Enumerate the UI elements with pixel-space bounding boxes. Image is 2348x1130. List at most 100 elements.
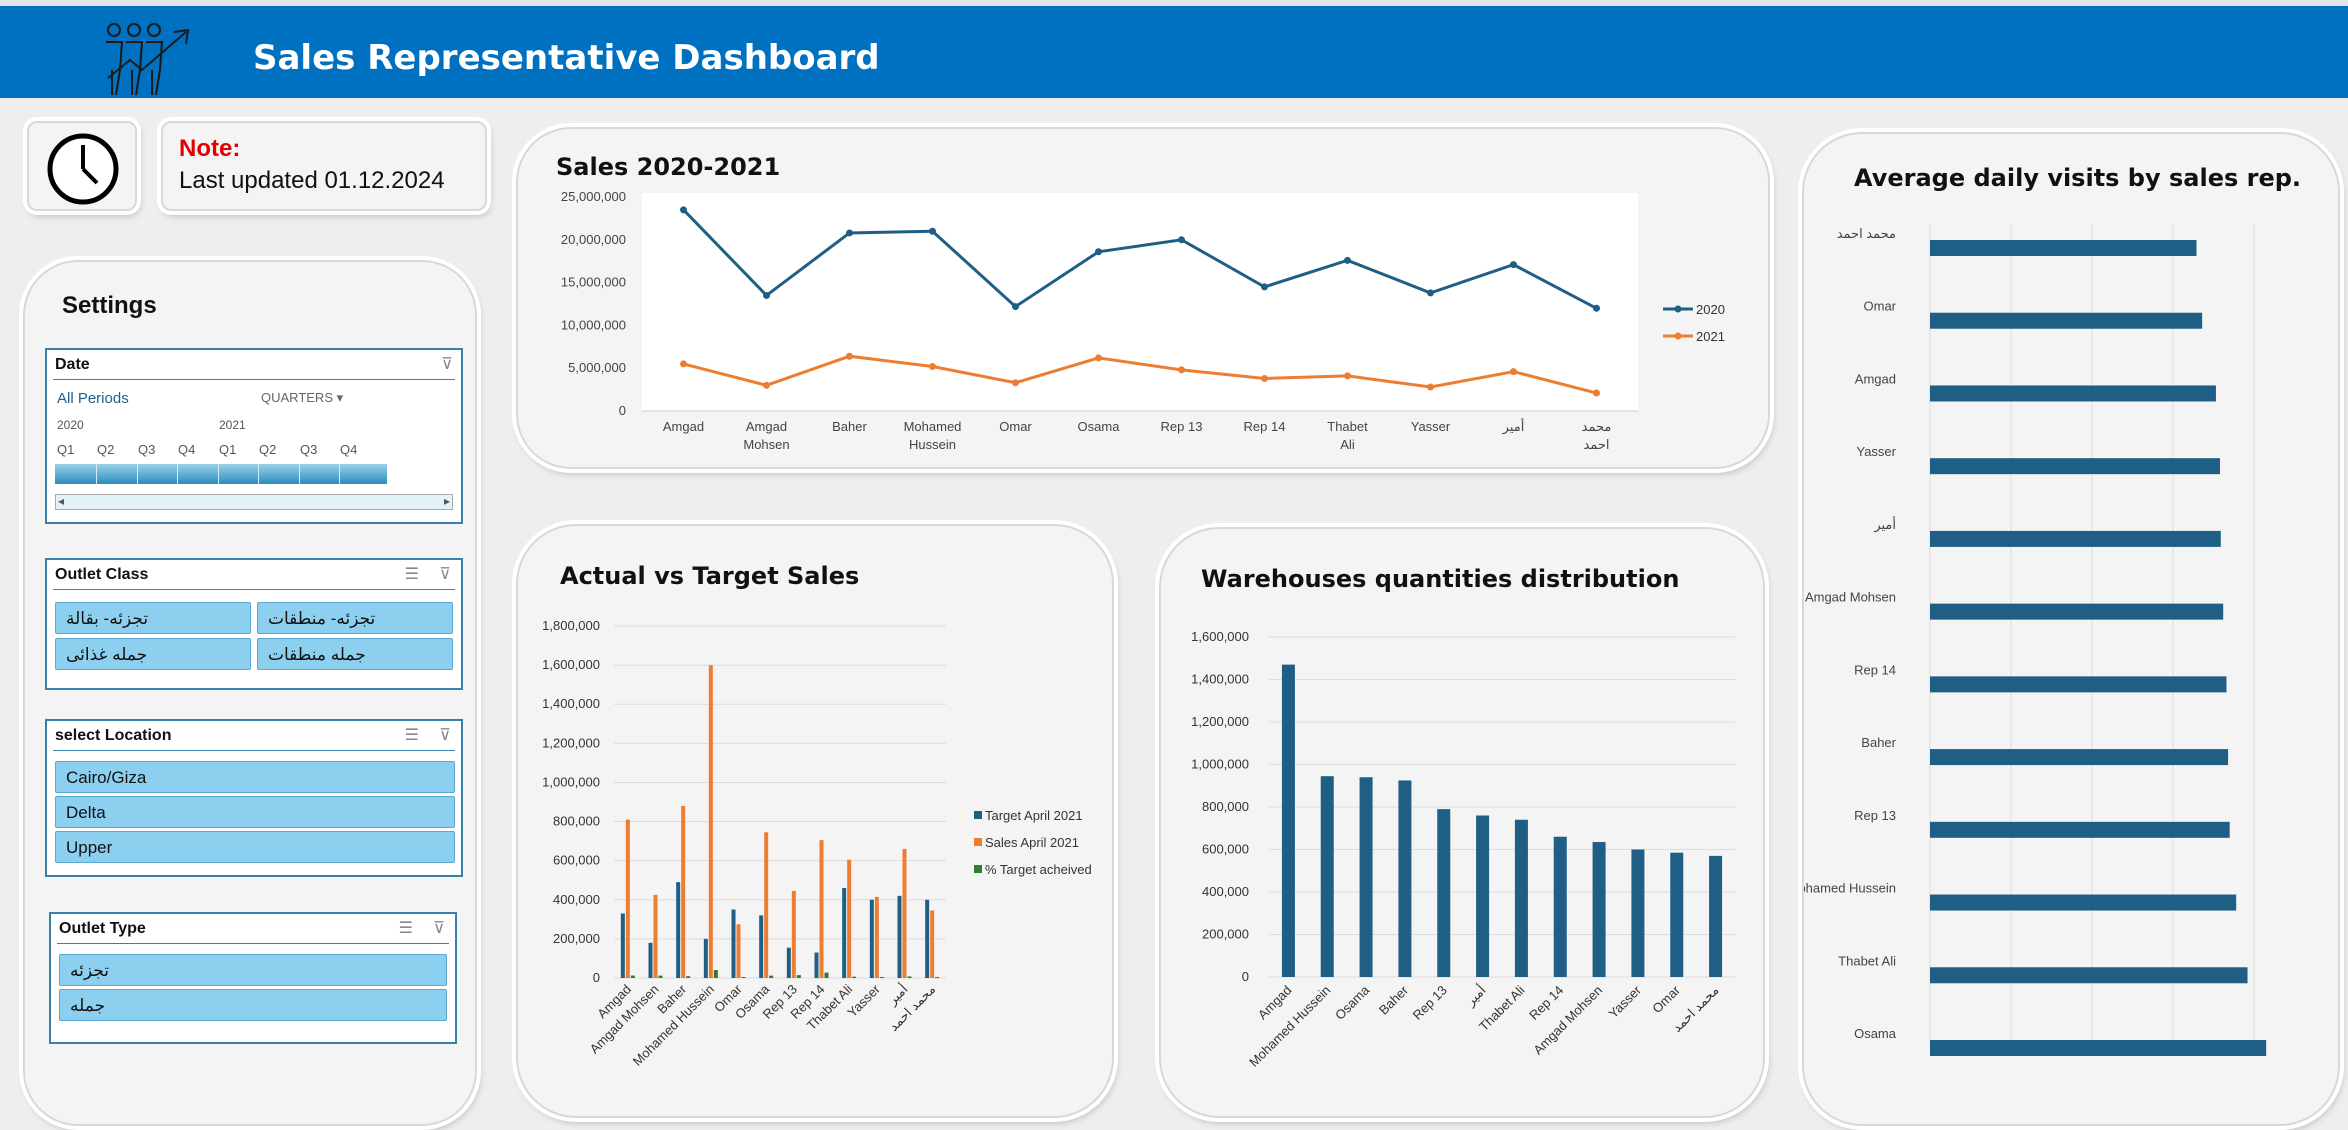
legend-swatch bbox=[974, 865, 982, 873]
x-tick-label: Yasser bbox=[844, 981, 883, 1020]
bar-2 bbox=[686, 976, 691, 978]
outlet-type-header: Outlet Type ☰ ⊽ bbox=[57, 914, 449, 944]
y-tick-label: Omar bbox=[1864, 299, 1897, 314]
note-label: Note: bbox=[179, 135, 241, 162]
outlet-class-header: Outlet Class ☰ ⊽ bbox=[53, 560, 455, 590]
y-tick-label: 0 bbox=[1242, 969, 1249, 984]
bar-2 bbox=[741, 977, 746, 978]
bar-0 bbox=[703, 938, 708, 978]
timeline-divider bbox=[137, 464, 138, 484]
timeline-quarter[interactable]: Q1 bbox=[57, 442, 74, 457]
bar-1 bbox=[653, 894, 658, 978]
location-slicer: select Location ☰ ⊽ Cairo/Giza Delta Upp… bbox=[45, 719, 463, 877]
location-button[interactable]: Upper bbox=[55, 831, 455, 863]
multi-select-icon[interactable]: ☰ bbox=[399, 918, 413, 938]
bar-1 bbox=[764, 832, 769, 978]
bar-0 bbox=[925, 899, 930, 978]
bar bbox=[1930, 821, 2230, 838]
timeline-scrollbar[interactable]: ◂ ▸ bbox=[55, 494, 453, 510]
outlet-class-button[interactable]: جمله غذائى bbox=[55, 638, 251, 670]
granularity-dropdown[interactable]: QUARTERS ▾ bbox=[261, 390, 343, 406]
timeline-quarter[interactable]: Q3 bbox=[138, 442, 155, 457]
bar-2 bbox=[713, 970, 718, 978]
timeline-selection-bar[interactable] bbox=[55, 464, 387, 484]
data-point bbox=[1095, 354, 1102, 362]
legend-label: 2021 bbox=[1696, 329, 1725, 344]
bar bbox=[1930, 530, 2221, 547]
location-label: select Location bbox=[55, 727, 172, 744]
outlet-class-button[interactable]: تجزئه- منطقات bbox=[257, 602, 453, 634]
data-point bbox=[846, 229, 853, 237]
scroll-left-icon[interactable]: ◂ bbox=[58, 494, 64, 508]
y-tick-label: Mohamed Hussein bbox=[1804, 881, 1896, 896]
multi-select-icon[interactable]: ☰ bbox=[405, 564, 419, 584]
y-tick-label: 600,000 bbox=[553, 853, 600, 868]
timeline-quarter[interactable]: Q2 bbox=[259, 442, 276, 457]
x-tick-label: Amgad bbox=[663, 419, 704, 434]
outlet-type-button[interactable]: تجزئه bbox=[59, 954, 447, 986]
x-tick-label: Baher bbox=[832, 419, 867, 434]
x-tick-label: Mohamed bbox=[904, 419, 962, 434]
bar-1 bbox=[847, 859, 852, 978]
data-point bbox=[1427, 383, 1434, 391]
legend-label: % Target acheived bbox=[985, 862, 1092, 877]
x-tick-label: محمد bbox=[1582, 419, 1612, 434]
x-tick-label: Rep 14 bbox=[1244, 419, 1286, 434]
bar-2 bbox=[658, 975, 663, 978]
outlet-class-button[interactable]: جمله منطقات bbox=[257, 638, 453, 670]
timeline-quarter[interactable]: Q3 bbox=[300, 442, 317, 457]
location-button[interactable]: Delta bbox=[55, 796, 455, 828]
location-button[interactable]: Cairo/Giza bbox=[55, 761, 455, 793]
outlet-type-label: Outlet Type bbox=[59, 920, 146, 937]
y-tick-label: 1,600,000 bbox=[542, 657, 600, 672]
all-periods-label: All Periods bbox=[57, 390, 129, 407]
x-tick-label: Ali bbox=[1340, 437, 1355, 452]
y-tick-label: 400,000 bbox=[553, 892, 600, 907]
x-tick-label: Rep 13 bbox=[1410, 983, 1450, 1023]
y-tick-label: 200,000 bbox=[1202, 927, 1249, 942]
bar-0 bbox=[620, 913, 625, 978]
granularity-label: QUARTERS bbox=[261, 390, 333, 405]
y-tick-label: Osama bbox=[1854, 1026, 1897, 1041]
bar-2 bbox=[907, 976, 912, 978]
people-growth-icon bbox=[100, 20, 195, 100]
clear-filter-icon[interactable]: ⊽ bbox=[439, 564, 451, 584]
bar-1 bbox=[681, 805, 686, 978]
bar-2 bbox=[935, 977, 940, 978]
data-point bbox=[680, 206, 687, 214]
bar bbox=[1476, 815, 1490, 977]
multi-select-icon[interactable]: ☰ bbox=[405, 725, 419, 745]
timeline-quarter[interactable]: Q1 bbox=[219, 442, 236, 457]
y-tick-label: 0 bbox=[619, 403, 626, 418]
date-timeline-slicer[interactable]: Date ⊽ All Periods QUARTERS ▾ 2020 2021 … bbox=[45, 348, 463, 524]
page-title: Sales Representative Dashboard bbox=[253, 38, 880, 78]
y-tick-label: 800,000 bbox=[553, 814, 600, 829]
bar bbox=[1930, 603, 2224, 620]
timeline-quarter[interactable]: Q2 bbox=[97, 442, 114, 457]
data-point bbox=[1593, 389, 1600, 397]
bar bbox=[1437, 809, 1451, 977]
clear-filter-icon[interactable]: ⊽ bbox=[433, 918, 445, 938]
outlet-class-label: Outlet Class bbox=[55, 566, 149, 583]
legend-marker bbox=[1674, 305, 1682, 313]
bar bbox=[1320, 776, 1334, 977]
x-tick-label: أمير bbox=[1461, 982, 1489, 1010]
bar-0 bbox=[759, 915, 764, 978]
data-point bbox=[763, 291, 770, 299]
bar bbox=[1631, 849, 1645, 977]
clear-filter-icon[interactable]: ⊽ bbox=[439, 725, 451, 745]
outlet-class-button[interactable]: تجزئه- بقالة bbox=[55, 602, 251, 634]
clock-icon bbox=[47, 133, 119, 205]
bar-1 bbox=[625, 819, 630, 978]
bar bbox=[1930, 312, 2203, 329]
x-tick-label: Mohsen bbox=[743, 437, 789, 452]
date-slicer-label: Date bbox=[55, 356, 90, 373]
actual-vs-target-chart: 0 200,000 400,000 600,000 800,000 1,000,000 1,… bbox=[542, 618, 1092, 1069]
data-point bbox=[1344, 372, 1351, 380]
scroll-right-icon[interactable]: ▸ bbox=[444, 494, 450, 508]
timeline-quarter[interactable]: Q4 bbox=[340, 442, 357, 457]
timeline-quarter[interactable]: Q4 bbox=[178, 442, 195, 457]
clear-filter-icon[interactable]: ⊽ bbox=[441, 354, 453, 374]
outlet-type-button[interactable]: جمله bbox=[59, 989, 447, 1021]
bar-0 bbox=[676, 882, 681, 978]
